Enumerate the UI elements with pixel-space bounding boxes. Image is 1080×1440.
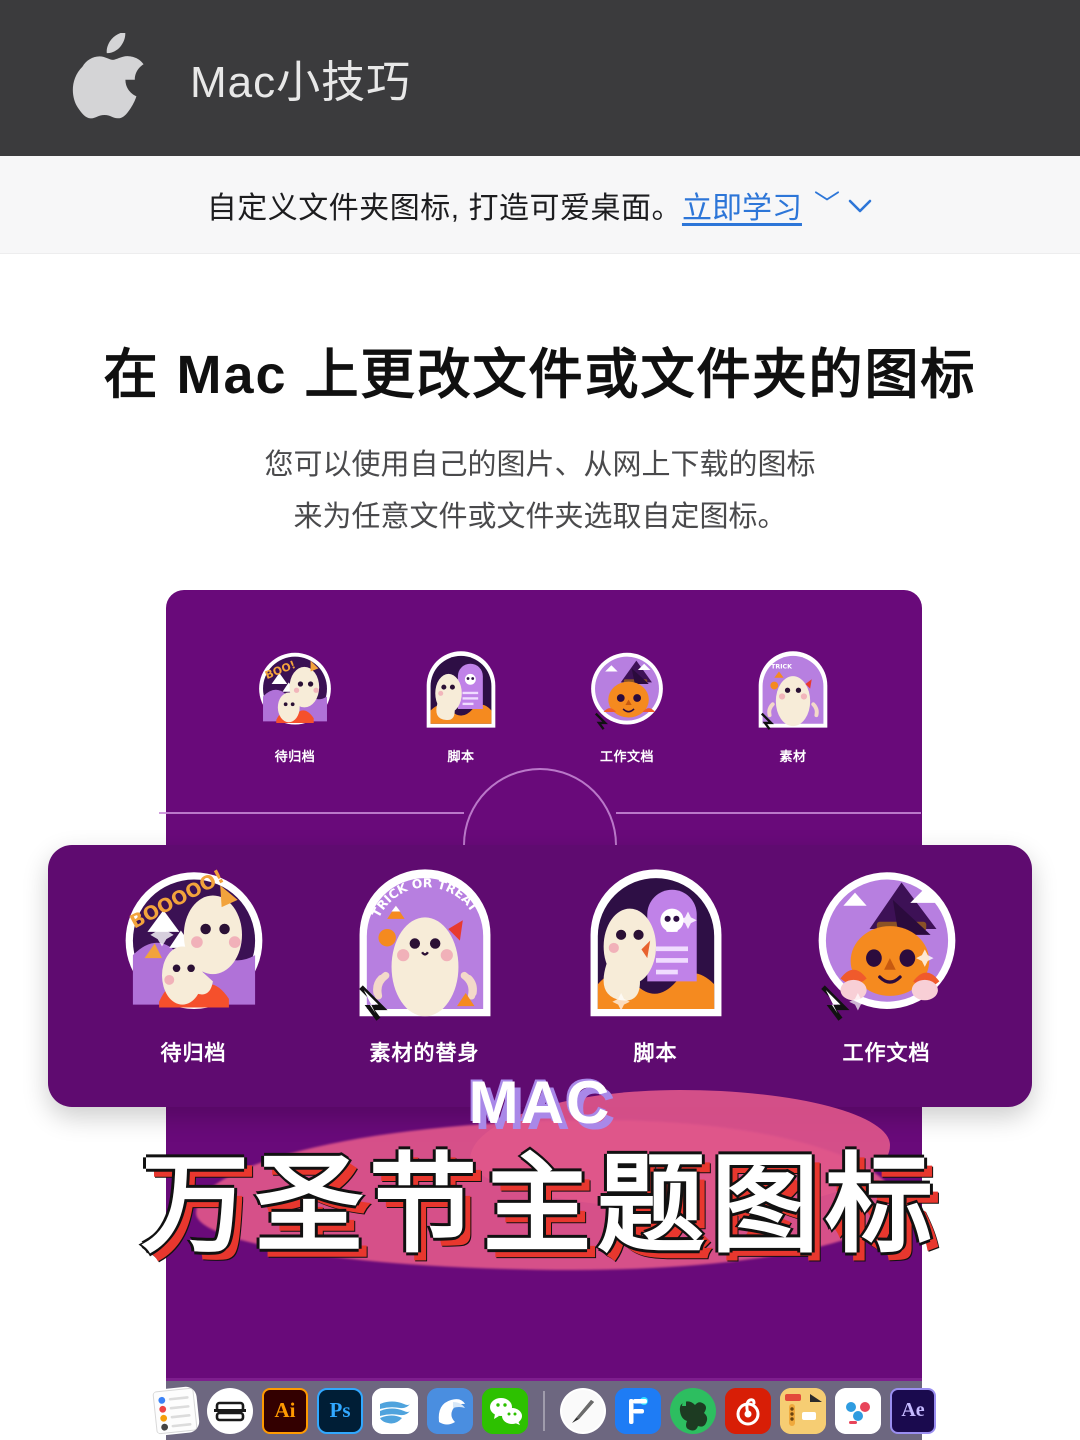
netease-music-icon[interactable] — [725, 1387, 771, 1434]
hero-title: 在 Mac 上更改文件或文件夹的图标 — [103, 345, 977, 405]
hero-subtitle-line1: 您可以使用自己的图片、从网上下载的图标 — [264, 449, 816, 482]
bear-app-icon[interactable] — [372, 1387, 418, 1434]
ghost-boooooo-icon: BOOOOO! — [120, 865, 268, 1025]
pumpkin-witch-icon — [813, 865, 961, 1025]
learn-now-link[interactable]: 立即学习 — [682, 183, 802, 227]
photoshop-app-icon[interactable]: Ps — [317, 1387, 363, 1434]
app-header: Mac小技巧 — [0, 0, 1080, 156]
desktop-icon-label: 脚本 — [447, 749, 475, 764]
promo-bar: 自定义文件夹图标, 打造可爱桌面。 立即学习 ﹀ — [0, 156, 1080, 254]
desktop-icon-item[interactable]: 工作文档 — [571, 648, 683, 765]
mweb-app-icon[interactable] — [207, 1387, 253, 1434]
page-title: Mac小技巧 — [190, 58, 412, 107]
desktop-icon-grid-back: BOO! 待归档 脚本 工作文档 TRICK 素材 — [166, 648, 922, 765]
desktop-icon-item[interactable]: TRICK 素材 — [737, 648, 849, 765]
desktop-icon-label: 待归档 — [160, 1042, 227, 1065]
banner-word-main: 万圣节主题图标 — [140, 1144, 939, 1265]
downie-app-icon[interactable] — [427, 1387, 473, 1434]
desktop-icon-item[interactable]: 脚本 — [556, 865, 756, 1067]
desktop-icon-item[interactable]: TRICK OR TREAT 素材的替身 — [325, 865, 525, 1067]
desktop-icon-label: 工作文档 — [599, 749, 654, 764]
desktop-icon-item[interactable]: BOO! 待归档 — [239, 648, 351, 765]
desktop-icon-label: 待归档 — [274, 749, 316, 764]
aftereffects-app-icon[interactable]: Ae — [890, 1387, 936, 1434]
feishu-app-icon[interactable] — [615, 1387, 661, 1434]
desktop-icon-label: 素材 — [779, 749, 807, 764]
chevron-down-icon[interactable]: ﹀ — [814, 184, 873, 221]
hero-section: 在 Mac 上更改文件或文件夹的图标 您可以使用自己的图片、从网上下载的图标 来… — [0, 254, 1080, 543]
artwork-stage: BOO! 待归档 脚本 工作文档 TRICK 素材 BOOOOO! 待归档 TR… — [0, 590, 1080, 1440]
wechat-app-icon[interactable] — [482, 1387, 528, 1434]
pumpkin-witch-icon — [588, 648, 666, 734]
desktop-icon-grid-front: BOOOOO! 待归档 TRICK OR TREAT 素材的替身 脚本 工作文档 — [48, 865, 1032, 1067]
hero-subtitle-line2: 来为任意文件或文件夹选取自定图标。 — [293, 501, 787, 534]
ghost-tombstone-icon — [422, 648, 500, 734]
desktop-icon-label: 脚本 — [633, 1042, 678, 1065]
desktop-icon-item[interactable]: BOOOOO! 待归档 — [94, 865, 294, 1067]
ghost-trick-or-treat-icon: TRICK — [754, 648, 832, 734]
keynote-app-icon[interactable] — [560, 1387, 606, 1434]
baidu-netdisk-icon[interactable] — [835, 1387, 881, 1434]
desktop-icon-label: 素材的替身 — [369, 1042, 480, 1065]
ghost-tombstone-icon — [582, 865, 730, 1025]
desktop-icon-item[interactable]: 工作文档 — [787, 865, 987, 1067]
desktop-icon-label: 工作文档 — [842, 1042, 931, 1065]
svg-text:TRICK: TRICK — [771, 663, 793, 670]
desktop-icon-item[interactable]: 脚本 — [405, 648, 517, 765]
ghost-trick-or-treat-icon: TRICK OR TREAT — [351, 865, 499, 1025]
promo-text: 自定义文件夹图标, 打造可爱桌面。 — [206, 191, 682, 225]
folder-app-icon[interactable] — [780, 1387, 826, 1434]
illustrator-app-icon[interactable]: Ai — [262, 1387, 308, 1434]
apple-logo-icon — [72, 33, 146, 123]
macos-dock: Ai Ps Ae — [149, 1378, 936, 1440]
evernote-app-icon[interactable] — [670, 1387, 716, 1434]
notes-app-icon[interactable] — [149, 1385, 201, 1436]
ghost-boooooo-icon: BOO! — [256, 648, 334, 734]
dock-separator — [543, 1390, 545, 1431]
